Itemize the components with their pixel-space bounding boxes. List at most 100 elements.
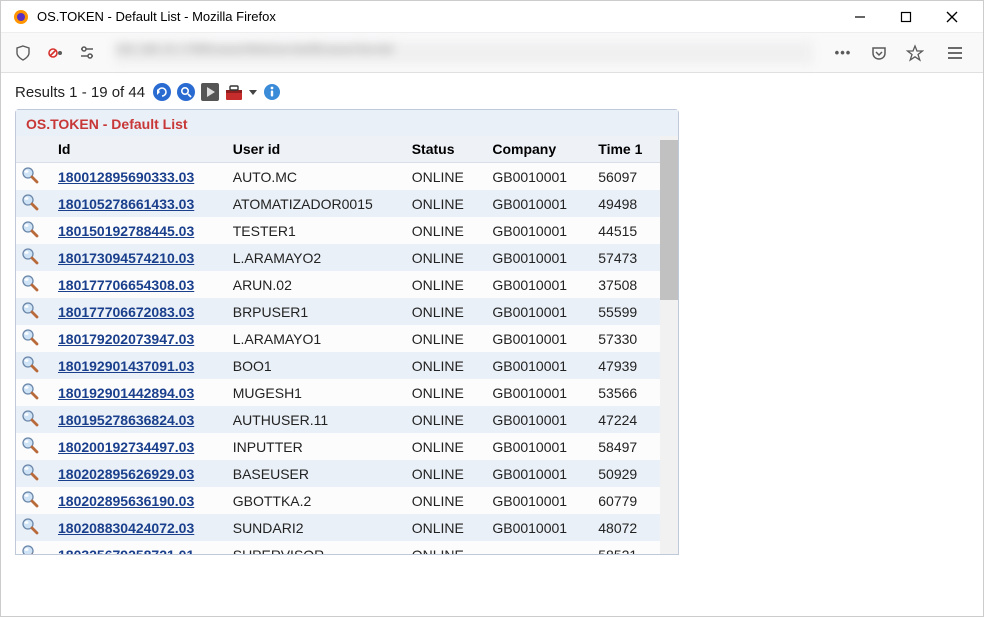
id-link[interactable]: 180177706672083.03: [58, 304, 194, 320]
id-link[interactable]: 180208830424072.03: [58, 520, 194, 536]
minimize-button[interactable]: [837, 1, 883, 33]
vertical-scrollbar[interactable]: [660, 136, 678, 554]
cell-company: GB0010001: [482, 460, 588, 487]
view-row-icon[interactable]: [20, 489, 40, 509]
id-link[interactable]: 180179202073947.03: [58, 331, 194, 347]
view-row-icon[interactable]: [20, 219, 40, 239]
id-link[interactable]: 180105278661433.03: [58, 196, 194, 212]
view-row-icon[interactable]: [20, 516, 40, 536]
cell-status: ONLINE: [402, 433, 483, 460]
id-link[interactable]: 180177706654308.03: [58, 277, 194, 293]
window-title: OS.TOKEN - Default List - Mozilla Firefo…: [37, 9, 837, 24]
cell-company: GB0010001: [482, 325, 588, 352]
view-row-icon[interactable]: [20, 381, 40, 401]
cell-time: 48072: [588, 514, 660, 541]
table-row: 180202895626929.03BASEUSERONLINEGB001000…: [16, 460, 660, 487]
page-actions-icon[interactable]: •••: [827, 39, 859, 67]
view-row-icon[interactable]: [20, 192, 40, 212]
id-link[interactable]: 180150192788445.03: [58, 223, 194, 239]
maximize-button[interactable]: [883, 1, 929, 33]
col-icon: [16, 136, 48, 163]
cell-status: ONLINE: [402, 271, 483, 298]
view-row-icon[interactable]: [20, 327, 40, 347]
table-row: 180192901437091.03BOO1ONLINEGB0010001479…: [16, 352, 660, 379]
cell-status: ONLINE: [402, 379, 483, 406]
cell-status: ONLINE: [402, 190, 483, 217]
close-button[interactable]: [929, 1, 975, 33]
cell-time: 56097: [588, 163, 660, 191]
id-link[interactable]: 180192901437091.03: [58, 358, 194, 374]
view-row-icon[interactable]: [20, 354, 40, 374]
shield-icon[interactable]: [9, 39, 37, 67]
table-row: 180177706672083.03 BRPUSER1ONLINEGB001000…: [16, 298, 660, 325]
cell-user: BOO1: [223, 352, 402, 379]
view-row-icon[interactable]: [20, 543, 40, 554]
id-link[interactable]: 180173094574210.03: [58, 250, 194, 266]
col-company: Company: [482, 136, 588, 163]
col-status: Status: [402, 136, 483, 163]
table-scroll-area[interactable]: Id User id Status Company Time 1 1800128…: [16, 136, 660, 554]
cell-company: GB0010001: [482, 433, 588, 460]
cell-time: 47224: [588, 406, 660, 433]
cell-user: INPUTTER: [223, 433, 402, 460]
permissions-icon[interactable]: [75, 39, 101, 67]
cell-status: ONLINE: [402, 514, 483, 541]
table-row: 180200192734497.03 INPUTTERONLINEGB001000…: [16, 433, 660, 460]
id-link[interactable]: 180202895636190.03: [58, 493, 194, 509]
view-row-icon[interactable]: [20, 300, 40, 320]
toolbox-icon[interactable]: [223, 81, 245, 103]
col-user: User id: [223, 136, 402, 163]
results-count: Results 1 - 19 of 44: [15, 84, 145, 101]
cell-time: 44515: [588, 217, 660, 244]
view-row-icon[interactable]: [20, 165, 40, 185]
cell-company: [482, 541, 588, 554]
url-bar[interactable]: 192.168.10.178/BrowserWeb/servlet/Browse…: [115, 42, 813, 64]
cell-status: ONLINE: [402, 298, 483, 325]
data-panel: OS.TOKEN - Default List Id User id Statu…: [15, 109, 679, 555]
cell-user: BRPUSER1: [223, 298, 402, 325]
refresh-icon[interactable]: [151, 81, 173, 103]
id-link[interactable]: 180202895626929.03: [58, 466, 194, 482]
hamburger-menu-icon[interactable]: [935, 39, 975, 67]
cell-status: ONLINE: [402, 352, 483, 379]
scrollbar-thumb[interactable]: [660, 140, 678, 300]
bookmark-star-icon[interactable]: [899, 39, 931, 67]
blocked-content-icon[interactable]: [43, 39, 69, 67]
view-row-icon[interactable]: [20, 273, 40, 293]
id-link[interactable]: 180192901442894.03: [58, 385, 194, 401]
cell-status: ONLINE: [402, 217, 483, 244]
table-row: 180325679258721.01 SUPERVISORONLINE 58521: [16, 541, 660, 554]
cell-time: 57473: [588, 244, 660, 271]
next-page-icon[interactable]: [199, 81, 221, 103]
cell-user: L.ARAMAYO2: [223, 244, 402, 271]
id-link[interactable]: 180325679258721.01: [58, 547, 194, 555]
id-link[interactable]: 180195278636824.03: [58, 412, 194, 428]
id-link[interactable]: 180012895690333.03: [58, 169, 194, 185]
search-tool-icon[interactable]: [175, 81, 197, 103]
view-row-icon[interactable]: [20, 462, 40, 482]
firefox-app-icon: [13, 9, 29, 25]
firefox-window: OS.TOKEN - Default List - Mozilla Firefo…: [0, 0, 984, 617]
view-row-icon[interactable]: [20, 246, 40, 266]
view-row-icon[interactable]: [20, 408, 40, 428]
cell-company: GB0010001: [482, 271, 588, 298]
cell-time: 37508: [588, 271, 660, 298]
view-row-icon[interactable]: [20, 435, 40, 455]
toolbox-dropdown-icon[interactable]: [247, 81, 259, 103]
cell-time: 47939: [588, 352, 660, 379]
cell-status: ONLINE: [402, 325, 483, 352]
cell-status: ONLINE: [402, 244, 483, 271]
table-row: 180177706654308.03ARUN.02ONLINEGB0010001…: [16, 271, 660, 298]
cell-time: 60779: [588, 487, 660, 514]
cell-company: GB0010001: [482, 298, 588, 325]
cell-user: SUPERVISOR: [223, 541, 402, 554]
cell-time: 58497: [588, 433, 660, 460]
col-id: Id: [48, 136, 223, 163]
cell-status: ONLINE: [402, 163, 483, 191]
id-link[interactable]: 180200192734497.03: [58, 439, 194, 455]
cell-status: ONLINE: [402, 541, 483, 554]
info-icon[interactable]: [261, 81, 283, 103]
pocket-icon[interactable]: [863, 39, 895, 67]
page-content: Results 1 - 19 of 44 OS.TOKEN - Default …: [1, 73, 983, 616]
cell-time: 58521: [588, 541, 660, 554]
